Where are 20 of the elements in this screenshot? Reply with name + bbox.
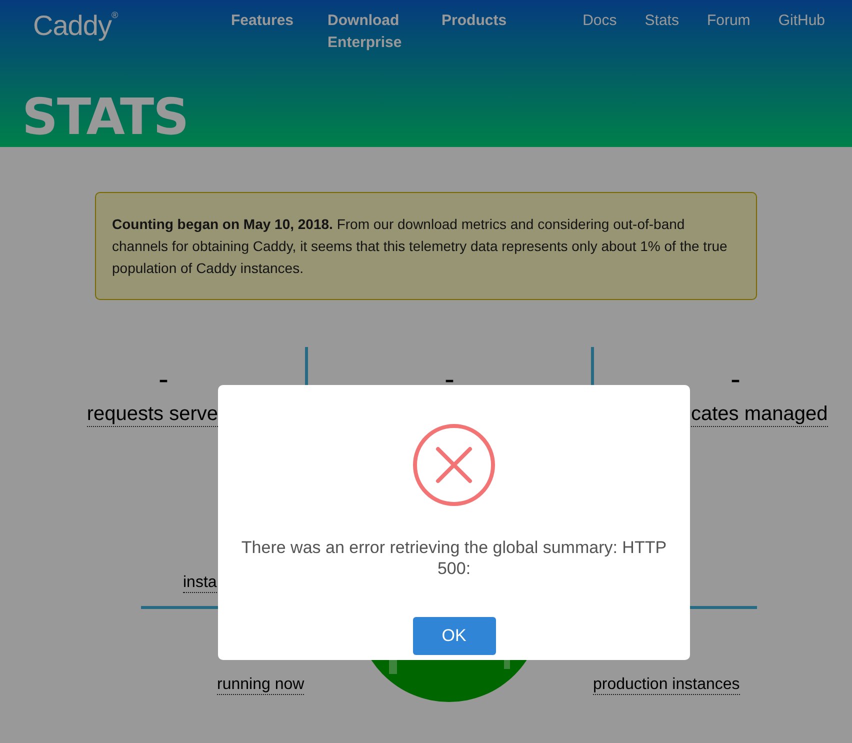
nav-link[interactable]: Forum xyxy=(706,10,750,32)
error-icon xyxy=(412,423,496,507)
stat-label: running now xyxy=(217,676,304,695)
logo[interactable]: Caddy$^{®}$ xyxy=(33,10,231,42)
stat-value: - xyxy=(730,365,740,395)
nav-link[interactable]: Download Enterprise xyxy=(328,10,408,54)
nav-link[interactable]: Features xyxy=(231,10,294,54)
nav-link[interactable]: Products xyxy=(442,10,507,54)
error-message: There was an error retrieving the global summary: HTTP 500: xyxy=(240,537,668,579)
stat-value: - xyxy=(158,365,168,395)
stat-label: insta xyxy=(183,574,217,593)
ok-button[interactable]: OK xyxy=(412,617,496,655)
nav-link[interactable]: Stats xyxy=(644,10,679,32)
page-title: STATS xyxy=(22,87,190,147)
stat-value: - xyxy=(444,365,454,395)
stat-label: cates managed xyxy=(691,403,828,427)
nav-link[interactable]: Docs xyxy=(582,10,617,32)
notice-text: Counting began on May 10, 2018. From our download metrics and considering out-of-band channels for obtaining Caddy, it seems that this telemetry data represents only about 1% of the true population of Caddy instances. xyxy=(95,192,757,300)
nav-link[interactable]: GitHub xyxy=(778,10,825,32)
stat-label: production instances xyxy=(593,676,740,695)
